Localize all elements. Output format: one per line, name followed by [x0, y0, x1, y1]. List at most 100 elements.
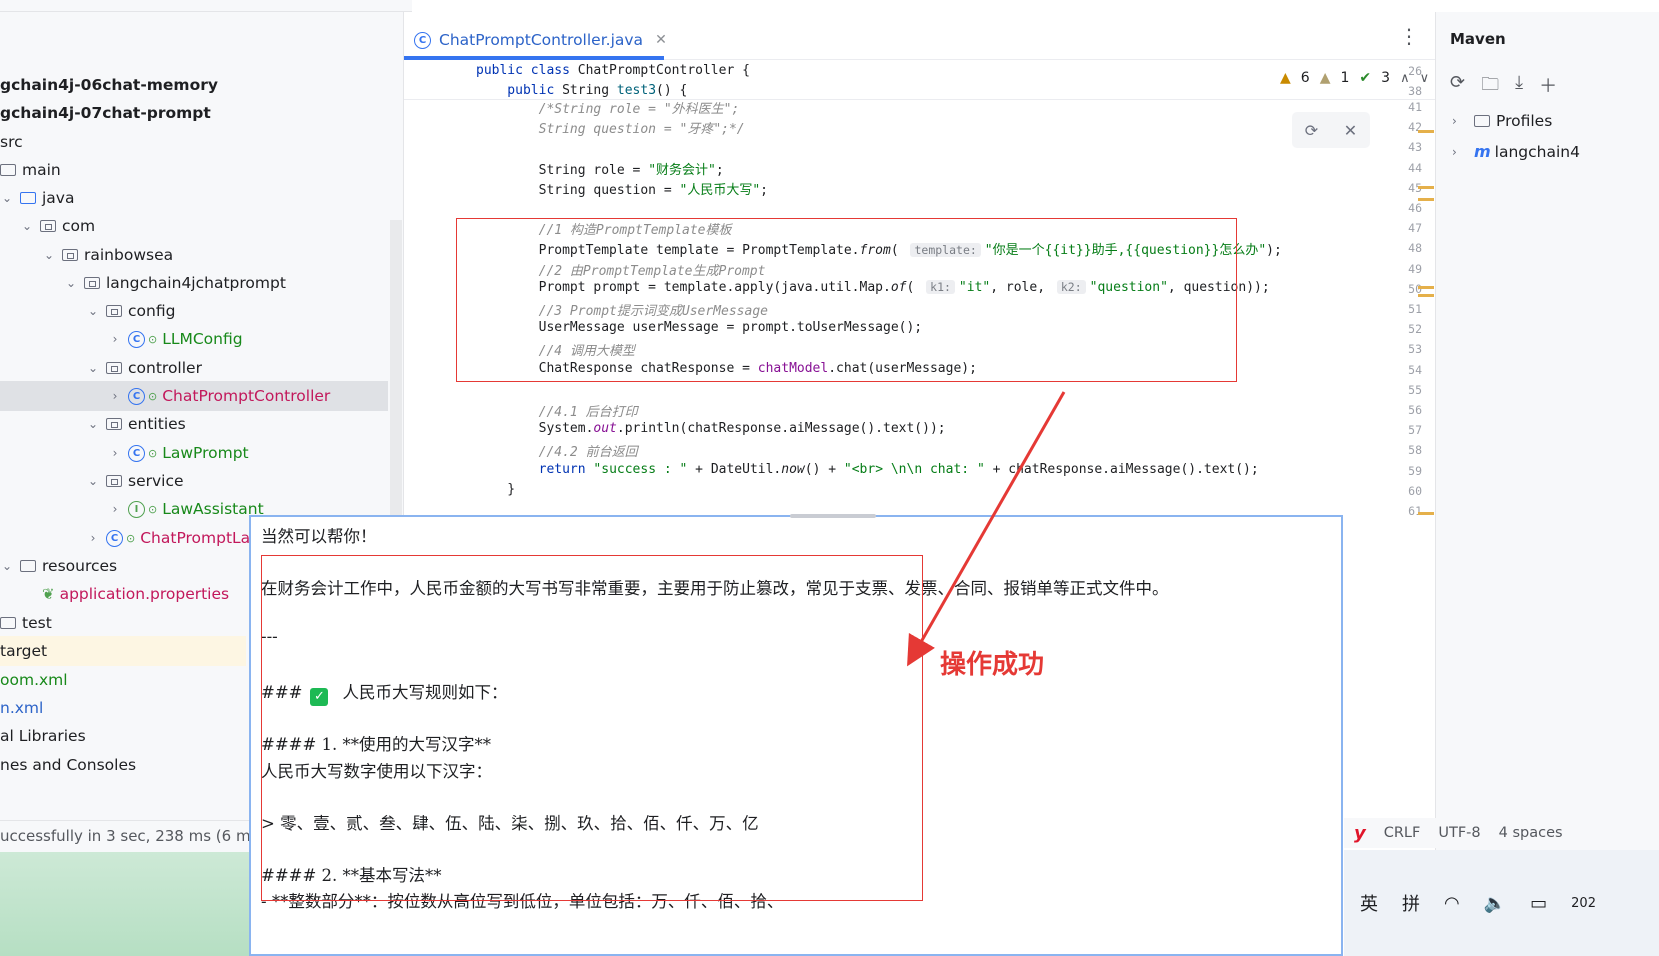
tree-controller[interactable]: ⌄ controller	[0, 353, 410, 383]
tree-langchain4jchatprompt[interactable]: ⌄ langchain4jchatprompt	[0, 268, 410, 298]
tree-service[interactable]: ⌄ service	[0, 466, 410, 496]
maven-toolbar: ⟳ 🗀 ⤓ ＋	[1450, 72, 1557, 102]
indent-setting[interactable]: 4 spaces	[1499, 825, 1563, 841]
tree-rainbowsea[interactable]: ⌄ rainbowsea	[0, 240, 410, 270]
code-line[interactable]: }	[476, 482, 515, 497]
maven-title: Maven	[1450, 30, 1506, 48]
maven-profiles[interactable]: › Profiles	[1452, 112, 1552, 130]
spring-leaf-icon: ❦	[42, 585, 55, 603]
tree-label: main	[22, 161, 61, 179]
tree-label: config	[128, 302, 176, 320]
chevron-down-icon[interactable]: ⌄	[86, 361, 100, 375]
code-line[interactable]: String question = "人民币大写";	[476, 179, 768, 198]
maven-project[interactable]: › m langchain4	[1452, 142, 1580, 161]
tree-entities[interactable]: ⌄ entities	[0, 409, 410, 439]
chevron-down-icon[interactable]: ⌄	[0, 559, 14, 573]
close-icon[interactable]: ✕	[1344, 121, 1357, 140]
result-line: 当然可以帮你！	[261, 527, 377, 546]
chevron-right-icon[interactable]: ›	[108, 389, 122, 403]
code-line[interactable]: //4.2 前台返回	[476, 441, 638, 460]
maven-tool-window: Maven ⟳ 🗀 ⤓ ＋ › Profiles › m langchain4	[1435, 12, 1659, 956]
folder-icon	[0, 164, 16, 176]
stripe-mark	[1418, 186, 1434, 189]
tree-label: rainbowsea	[84, 246, 174, 264]
tree-module-07[interactable]: gchain4j-07chat-prompt	[0, 98, 410, 128]
project-panel-header	[0, 0, 412, 12]
tree-label: service	[128, 472, 184, 490]
system-tray: 英 拼 ◠ 🔈 ▭ 202	[1344, 850, 1659, 956]
tree-java[interactable]: ⌄ java	[0, 183, 410, 213]
chevron-right-icon[interactable]: ›	[1452, 145, 1466, 159]
chevron-down-icon[interactable]: ⌄	[0, 191, 14, 205]
chevron-up-icon[interactable]: ∧	[1400, 71, 1410, 86]
stripe-mark	[1418, 512, 1434, 515]
code-line[interactable]: return "success : " + DateUtil.now() + "…	[476, 462, 1259, 477]
clock-fragment[interactable]: 202	[1571, 896, 1596, 911]
chevron-right-icon[interactable]: ›	[86, 531, 100, 545]
tree-label: n.xml	[0, 699, 44, 717]
chevron-down-icon[interactable]: ⌄	[86, 417, 100, 431]
folder-icon[interactable]: 🗀	[1481, 72, 1499, 102]
volume-icon[interactable]: 🔈	[1484, 893, 1506, 914]
chevron-right-icon[interactable]: ›	[1452, 114, 1466, 128]
tree-llmconfig[interactable]: › C ⊙ LLMConfig	[0, 324, 410, 354]
plugin-y-icon[interactable]: y	[1354, 823, 1366, 844]
chevron-down-icon[interactable]: ⌄	[86, 304, 100, 318]
line-separator[interactable]: CRLF	[1384, 825, 1421, 841]
download-icon[interactable]: ⤓	[1515, 72, 1523, 102]
stripe-mark	[1418, 294, 1434, 297]
tree-label: al Libraries	[0, 727, 86, 745]
package-icon	[106, 418, 122, 430]
tree-label: nes and Consoles	[0, 756, 137, 774]
inspection-widget[interactable]: ▲ 6 ▲ 1 ✔ 3 ∧ ∨	[1280, 70, 1429, 86]
code-line[interactable]: System.out.println(chatResponse.aiMessag…	[476, 421, 946, 436]
code-line[interactable]: String role = "财务会计";	[476, 159, 724, 178]
chevron-down-icon[interactable]: ⌄	[86, 474, 100, 488]
file-encoding[interactable]: UTF-8	[1438, 825, 1480, 841]
public-modifier-icon: ⊙	[148, 502, 158, 516]
resources-folder-icon	[20, 560, 36, 572]
tree-label: src	[0, 133, 23, 151]
wifi-icon[interactable]: ◠	[1444, 893, 1460, 914]
chevron-down-icon[interactable]: ⌄	[64, 276, 78, 290]
chevron-right-icon[interactable]: ›	[108, 446, 122, 460]
package-icon	[84, 277, 100, 289]
maven-item-label: Profiles	[1496, 112, 1553, 130]
tree-label: com	[62, 217, 96, 235]
chevron-right-icon[interactable]: ›	[108, 332, 122, 346]
tree-label: gchain4j-07chat-prompt	[0, 104, 211, 122]
battery-icon[interactable]: ▭	[1530, 893, 1547, 914]
sticky-line-class[interactable]: public class ChatPromptController {	[476, 63, 750, 78]
tree-src[interactable]: src	[0, 127, 410, 157]
chevron-down-icon[interactable]: ⌄	[20, 219, 34, 233]
window-drag-handle[interactable]	[790, 514, 876, 518]
tree-com[interactable]: ⌄ com	[0, 211, 410, 241]
ime-language[interactable]: 英	[1360, 890, 1378, 916]
tree-label: langchain4jchatprompt	[106, 274, 286, 292]
editor-error-stripe[interactable]	[1418, 82, 1434, 515]
chevron-down-icon[interactable]: ⌄	[42, 248, 56, 262]
add-icon[interactable]: ＋	[1539, 72, 1557, 102]
code-editor[interactable]: C ChatPromptController.java ✕ ⋮ 41 /*Str…	[403, 12, 1436, 518]
reload-icon[interactable]: ⟳	[1305, 121, 1318, 140]
tree-label: LawPrompt	[162, 444, 249, 462]
code-line[interactable]: /*String role = "外科医生";	[476, 98, 740, 117]
sticky-line-method[interactable]: public String test3() {	[476, 83, 687, 98]
maven-icon: m	[1474, 142, 1491, 161]
tree-main[interactable]: main	[0, 155, 410, 185]
tree-chatpromptcontroller[interactable]: › C ⊙ ChatPromptController	[0, 381, 388, 411]
chevron-right-icon[interactable]: ›	[108, 502, 122, 516]
tree-module-06[interactable]: gchain4j-06chat-memory	[0, 70, 410, 100]
tree-config[interactable]: ⌄ config	[0, 296, 410, 326]
reload-icon[interactable]: ⟳	[1450, 72, 1465, 102]
annotation-box-code	[456, 218, 1237, 382]
tree-lawprompt[interactable]: › C ⊙ LawPrompt	[0, 438, 410, 468]
stripe-mark	[1418, 198, 1434, 201]
ime-mode[interactable]: 拼	[1402, 890, 1420, 916]
maven-item-label: langchain4	[1494, 142, 1580, 161]
code-line[interactable]: String question = "牙疼";*/	[476, 118, 745, 137]
taskbar-left	[0, 852, 260, 956]
tree-target[interactable]: target	[0, 636, 246, 666]
package-icon	[106, 362, 122, 374]
code-line[interactable]: //4.1 后台打印	[476, 401, 638, 420]
